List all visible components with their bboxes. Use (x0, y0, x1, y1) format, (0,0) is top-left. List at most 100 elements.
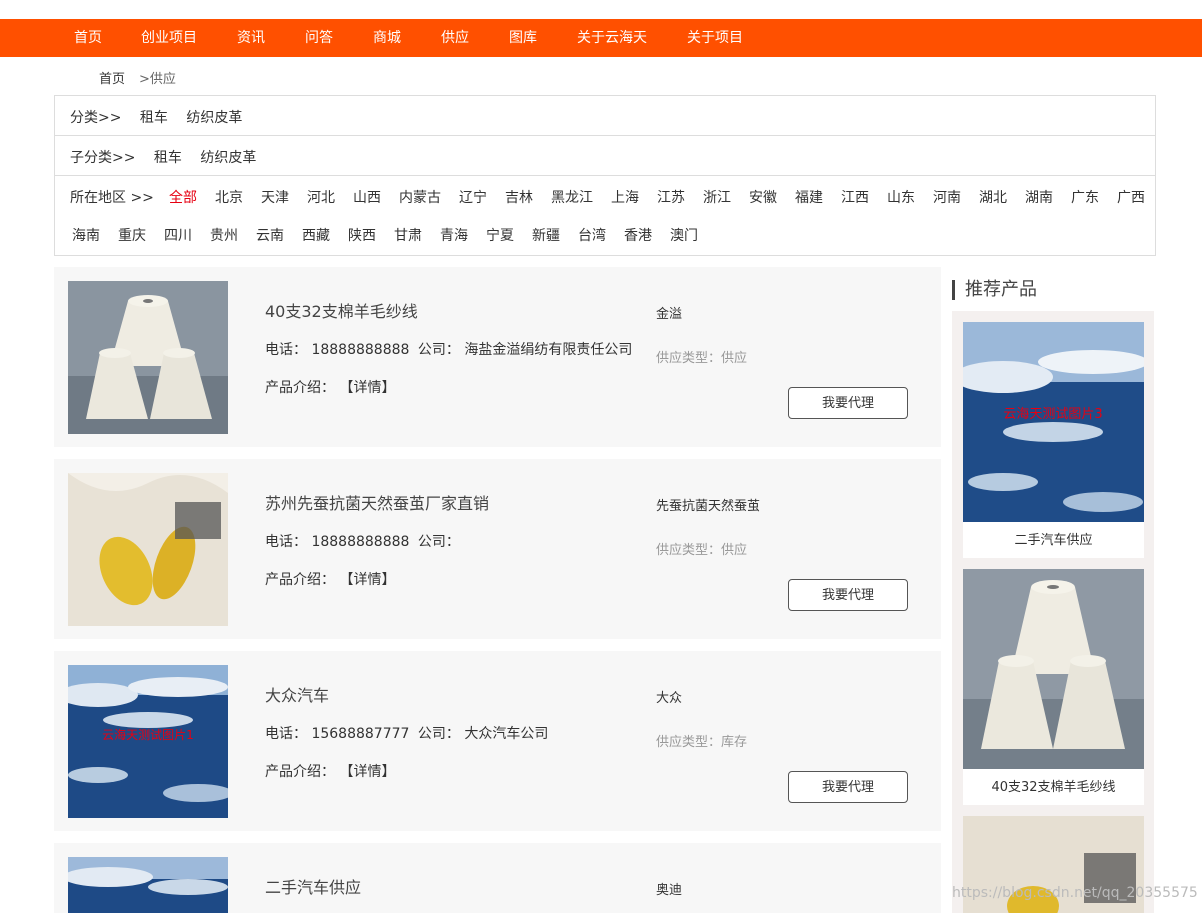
detail-link[interactable]: 【详情】 (339, 572, 395, 588)
phone-label: 电话： (265, 726, 307, 742)
region-item[interactable]: 黑龙江 (551, 187, 593, 207)
product-contact: 电话： 15688887777 公司： 大众汽车公司 (265, 723, 548, 743)
region-item[interactable]: 福建 (795, 187, 823, 207)
region-all[interactable]: 全部 (169, 187, 197, 207)
product-card: 苏州先蚕抗菌天然蚕茧厂家直销 电话： 18888888888 公司： 产品介绍：… (54, 459, 941, 639)
product-brand: 奥迪 (656, 883, 683, 898)
region-item[interactable]: 陕西 (348, 225, 376, 245)
category-item-textile[interactable]: 纺织皮革 (186, 110, 242, 126)
product-card: 云海天测试图片1 大众汽车 电话： 15688887777 公司： 大众汽车公司… (54, 651, 941, 831)
region-item[interactable]: 甘肃 (394, 225, 422, 245)
category-item-rental[interactable]: 租车 (140, 110, 168, 126)
region-item[interactable]: 天津 (261, 187, 289, 207)
region-item[interactable]: 上海 (611, 187, 639, 207)
agent-button[interactable]: 我要代理 (788, 771, 908, 803)
nav-supply[interactable]: 供应 (441, 19, 469, 57)
region-item[interactable]: 广东 (1071, 187, 1099, 207)
product-contact: 电话： 18888888888 公司： 海盐金溢绢纺有限责任公司 (265, 339, 632, 359)
detail-link[interactable]: 【详情】 (339, 380, 395, 396)
image-overlay-text: 云海天测试图片1 (102, 727, 194, 742)
region-item[interactable]: 吉林 (505, 187, 533, 207)
product-title[interactable]: 二手汽车供应 (265, 874, 361, 898)
subcategory-item-rental[interactable]: 租车 (154, 150, 182, 166)
company-label: 公司： (417, 534, 460, 550)
phone-label: 电话： (265, 534, 307, 550)
region-item[interactable]: 安徽 (749, 187, 777, 207)
agent-button[interactable]: 我要代理 (788, 579, 908, 611)
category-label: 分类>> (70, 110, 122, 126)
recommended-caption[interactable]: 40支32支棉羊毛纱线 (963, 769, 1144, 805)
nav-qa[interactable]: 问答 (305, 19, 333, 57)
region-item[interactable]: 山东 (887, 187, 915, 207)
phone-value: 18888888888 (311, 534, 410, 550)
supply-type: 供应类型：库存 (656, 735, 748, 750)
region-item[interactable]: 贵州 (210, 225, 238, 245)
product-card: 40支32支棉羊毛纱线 电话： 18888888888 公司： 海盐金溢绢纺有限… (54, 267, 941, 447)
region-item[interactable]: 江西 (841, 187, 869, 207)
region-item[interactable]: 辽宁 (459, 187, 487, 207)
region-item[interactable]: 湖北 (979, 187, 1007, 207)
region-item[interactable]: 重庆 (118, 225, 146, 245)
nav-gallery[interactable]: 图库 (509, 19, 537, 57)
company-label: 公司： (417, 342, 460, 358)
company-label: 公司： (417, 726, 460, 742)
company-value: 大众汽车公司 (464, 726, 549, 742)
agent-button[interactable]: 我要代理 (788, 387, 908, 419)
recommended-item-image[interactable] (963, 569, 1144, 769)
phone-value: 15688887777 (311, 726, 410, 742)
region-item[interactable]: 宁夏 (486, 225, 514, 245)
breadcrumb-current: >供应 (139, 72, 176, 87)
region-item[interactable]: 山西 (353, 187, 381, 207)
breadcrumb: 首页 >供应 (99, 68, 176, 87)
phone-label: 电话： (265, 342, 307, 358)
region-item[interactable]: 广西 (1117, 187, 1145, 207)
nav-mall[interactable]: 商城 (373, 19, 401, 57)
product-image-yarn[interactable] (68, 281, 228, 434)
product-image-sky[interactable] (68, 857, 228, 913)
region-item[interactable]: 台湾 (578, 225, 606, 245)
intro-label: 产品介绍： (265, 764, 335, 780)
product-brand: 金溢 (656, 307, 683, 322)
region-item[interactable]: 河北 (307, 187, 335, 207)
supply-type: 供应类型：供应 (656, 543, 748, 558)
nav-news[interactable]: 资讯 (237, 19, 265, 57)
watermark: https://blog.csdn.net/qq_20355575 (952, 885, 1198, 901)
region-item[interactable]: 云南 (256, 225, 284, 245)
breadcrumb-home[interactable]: 首页 (99, 72, 125, 87)
supply-type: 供应类型：供应 (656, 351, 748, 366)
region-item[interactable]: 内蒙古 (399, 187, 441, 207)
region-item[interactable]: 河南 (933, 187, 961, 207)
category-row: 分类>> 租车 纺织皮革 (70, 107, 256, 127)
subcategory-item-textile[interactable]: 纺织皮革 (200, 150, 256, 166)
product-intro: 产品介绍： 【详情】 (265, 761, 395, 781)
product-intro: 产品介绍： 【详情】 (265, 569, 395, 589)
product-image-sky[interactable]: 云海天测试图片1 (68, 665, 228, 818)
recommended-caption[interactable]: 二手汽车供应 (963, 522, 1144, 558)
region-label: 所在地区 >> (70, 190, 154, 206)
nav-about-project[interactable]: 关于项目 (687, 19, 743, 57)
recommended-item-image[interactable]: 云海天测试图片3 (953, 322, 1148, 522)
region-item[interactable]: 湖南 (1025, 187, 1053, 207)
region-item[interactable]: 香港 (624, 225, 652, 245)
product-image-cocoon[interactable] (68, 473, 228, 626)
product-title[interactable]: 40支32支棉羊毛纱线 (265, 298, 418, 322)
region-item[interactable]: 澳门 (670, 225, 698, 245)
product-title[interactable]: 苏州先蚕抗菌天然蚕茧厂家直销 (265, 490, 489, 514)
region-item[interactable]: 新疆 (532, 225, 560, 245)
image-overlay-text: 云海天测试图片3 (1003, 407, 1102, 422)
region-item[interactable]: 西藏 (302, 225, 330, 245)
region-item[interactable]: 海南 (72, 225, 100, 245)
subcategory-label: 子分类>> (70, 150, 136, 166)
nav-home[interactable]: 首页 (74, 19, 102, 57)
region-item[interactable]: 青海 (440, 225, 468, 245)
product-title[interactable]: 大众汽车 (265, 682, 329, 706)
intro-label: 产品介绍： (265, 572, 335, 588)
region-item[interactable]: 江苏 (657, 187, 685, 207)
detail-link[interactable]: 【详情】 (339, 764, 395, 780)
company-value: 海盐金溢绢纺有限责任公司 (464, 342, 633, 358)
nav-about-company[interactable]: 关于云海天 (577, 19, 647, 57)
region-item[interactable]: 北京 (215, 187, 243, 207)
region-item[interactable]: 浙江 (703, 187, 731, 207)
region-item[interactable]: 四川 (164, 225, 192, 245)
nav-startup[interactable]: 创业项目 (141, 19, 197, 57)
